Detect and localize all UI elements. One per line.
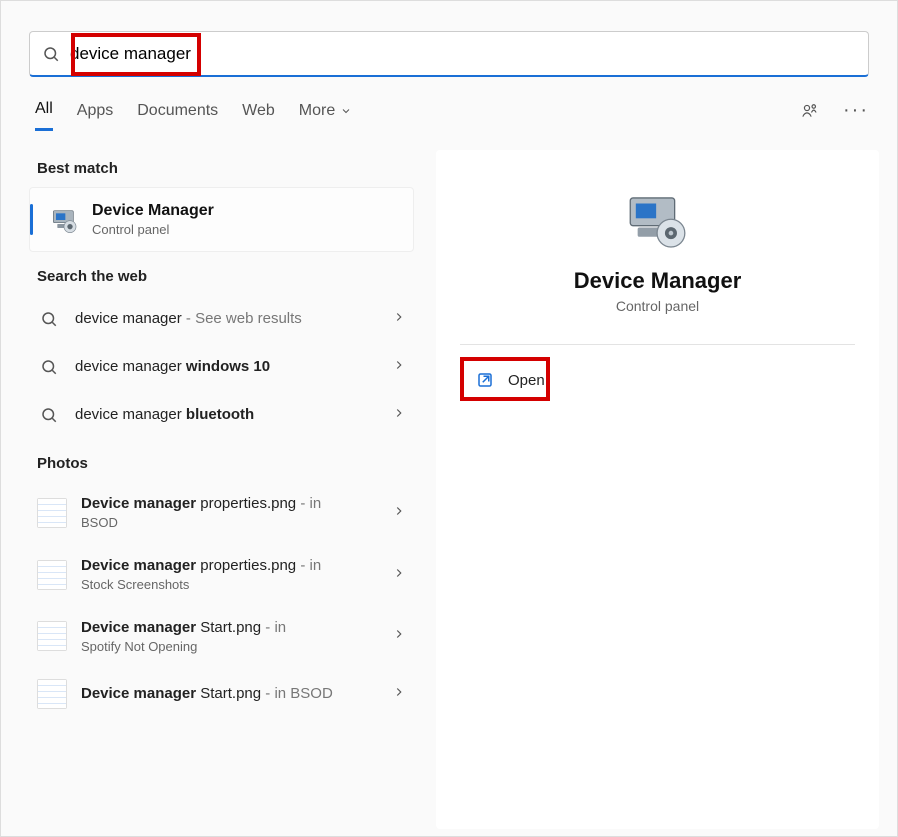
device-manager-large-icon [621, 190, 695, 254]
photo-result-label: Device manager Start.png - in BSOD [81, 684, 384, 704]
tab-more-label: More [299, 102, 335, 120]
photo-result[interactable]: Device manager properties.png - inStock … [29, 544, 414, 606]
photo-result-label: Device manager Start.png - inSpotify Not… [81, 618, 384, 656]
device-manager-icon [48, 204, 80, 236]
chevron-right-icon [392, 504, 406, 522]
chevron-right-icon [392, 685, 406, 703]
search-input[interactable] [70, 44, 856, 64]
image-thumb-icon [37, 560, 67, 590]
best-match-title: Device Manager [92, 202, 214, 220]
chevron-right-icon [392, 358, 406, 376]
web-result-label: device manager - See web results [75, 309, 384, 329]
search-web-header: Search the web [29, 252, 414, 295]
best-match-header: Best match [29, 144, 414, 187]
web-result[interactable]: device manager windows 10 [29, 343, 414, 391]
photo-result-label: Device manager properties.png - inStock … [81, 556, 384, 594]
web-result-label: device manager windows 10 [75, 357, 384, 377]
chevron-right-icon [392, 406, 406, 424]
photos-header: Photos [29, 439, 414, 482]
open-row: Open [466, 363, 849, 397]
chevron-right-icon [392, 627, 406, 645]
open-label: Open [508, 372, 545, 389]
open-external-icon [476, 371, 494, 389]
divider [460, 344, 855, 345]
content-area: Best match Device Manager Control panel [1, 144, 897, 829]
search-icon [37, 355, 61, 379]
best-match-result[interactable]: Device Manager Control panel [29, 187, 414, 252]
search-icon [37, 403, 61, 427]
image-thumb-icon [37, 679, 67, 709]
image-thumb-icon [37, 621, 67, 651]
tab-all[interactable]: All [35, 100, 53, 131]
open-button[interactable]: Open [466, 363, 555, 397]
details-pane: Device Manager Control panel Open [436, 150, 879, 829]
tab-web[interactable]: Web [242, 102, 275, 130]
search-icon [42, 45, 60, 63]
detail-title: Device Manager [466, 268, 849, 294]
photo-result[interactable]: Device manager Start.png - in BSOD [29, 667, 414, 721]
search-bar-container [1, 1, 897, 85]
chevron-down-icon [340, 105, 352, 117]
more-options-icon[interactable]: ··· [843, 99, 869, 132]
web-result-label: device manager bluetooth [75, 405, 384, 425]
image-thumb-icon [37, 498, 67, 528]
photo-result[interactable]: Device manager Start.png - inSpotify Not… [29, 606, 414, 668]
chevron-right-icon [392, 566, 406, 584]
detail-subtitle: Control panel [466, 298, 849, 314]
best-match-text: Device Manager Control panel [92, 202, 214, 237]
search-window: All Apps Documents Web More ··· Best mat… [0, 0, 898, 837]
results-column: Best match Device Manager Control panel [29, 144, 424, 829]
photo-result-label: Device manager properties.png - inBSOD [81, 494, 384, 532]
filter-tabs: All Apps Documents Web More ··· [1, 85, 897, 132]
account-icon[interactable] [801, 102, 819, 130]
search-icon [37, 307, 61, 331]
search-box[interactable] [29, 31, 869, 77]
chevron-right-icon [392, 310, 406, 328]
tab-documents[interactable]: Documents [137, 102, 218, 130]
photo-result[interactable]: Device manager properties.png - inBSOD [29, 482, 414, 544]
tab-apps[interactable]: Apps [77, 102, 113, 130]
tab-more[interactable]: More [299, 102, 352, 130]
best-match-subtitle: Control panel [92, 222, 214, 237]
web-result[interactable]: device manager - See web results [29, 295, 414, 343]
web-result[interactable]: device manager bluetooth [29, 391, 414, 439]
